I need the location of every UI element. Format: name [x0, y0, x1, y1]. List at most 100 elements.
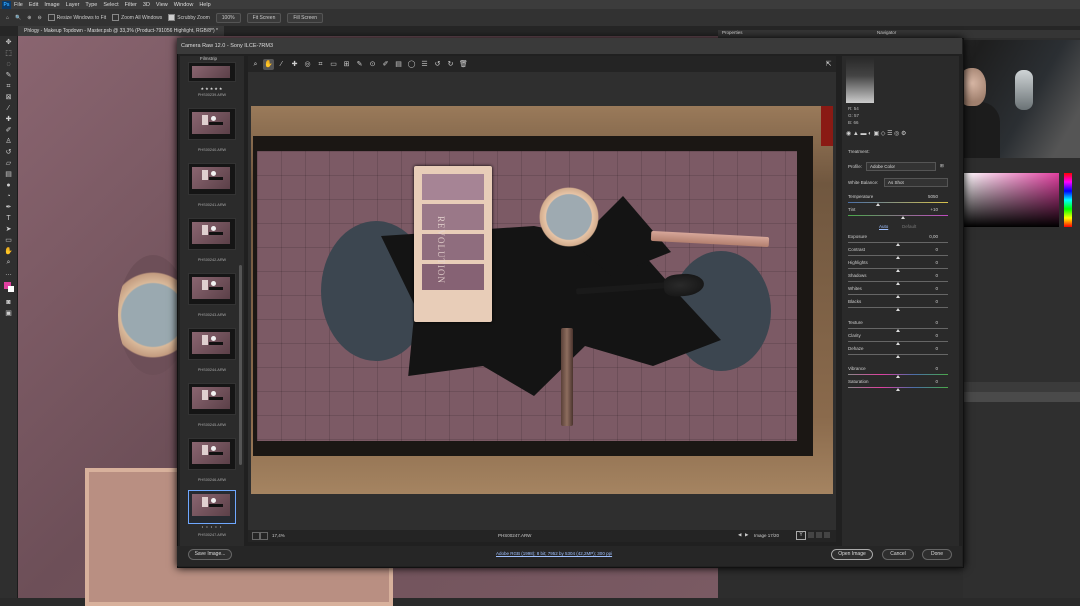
- zoom-100-button[interactable]: 100%: [215, 12, 241, 23]
- filmstrip-scrollbar[interactable]: [239, 265, 242, 465]
- slider-value[interactable]: 0: [918, 273, 938, 278]
- menu-view[interactable]: View: [156, 2, 168, 8]
- zoom-tool-icon[interactable]: 🔍: [15, 15, 21, 21]
- eyedropper-tool-icon[interactable]: ⁄: [4, 104, 13, 113]
- filmstrip-thumbnail[interactable]: [188, 438, 236, 470]
- thumbnail-stars[interactable]: ★★★★★: [188, 86, 236, 91]
- slider-knob[interactable]: [896, 295, 900, 298]
- white-balance-icon[interactable]: ⁄: [276, 59, 287, 70]
- profile-browser-icon[interactable]: ⊞: [940, 163, 944, 169]
- adjustment-brush-icon[interactable]: ✐: [380, 59, 391, 70]
- brush-tool-icon[interactable]: ✐: [4, 126, 13, 135]
- slider-knob[interactable]: [896, 308, 900, 311]
- compare-view-icon[interactable]: [808, 532, 814, 538]
- menu-file[interactable]: File: [14, 2, 23, 8]
- menu-select[interactable]: Select: [103, 2, 118, 8]
- type-tool-icon[interactable]: T: [4, 214, 13, 223]
- graduated-filter-icon[interactable]: ▤: [393, 59, 404, 70]
- workflow-options-link[interactable]: Adobe RGB (1998); 8 bit; 7952 by 5304 (4…: [496, 551, 612, 556]
- blur-tool-icon[interactable]: ●: [4, 181, 13, 190]
- target-adjust-icon[interactable]: ◎: [302, 59, 313, 70]
- slider-knob[interactable]: [896, 329, 900, 332]
- hand-tool-icon[interactable]: ✋: [4, 247, 13, 256]
- red-eye-icon[interactable]: ⊙: [367, 59, 378, 70]
- scrubby-zoom-checkbox[interactable]: Scrubby Zoom: [168, 14, 210, 21]
- slider-value[interactable]: 0: [918, 260, 938, 265]
- path-select-icon[interactable]: ➤: [4, 225, 13, 234]
- quick-mask-icon[interactable]: ◙: [4, 298, 13, 307]
- preferences-icon[interactable]: ☰: [419, 59, 430, 70]
- layer-row[interactable]: [963, 382, 1080, 392]
- slider-track[interactable]: [848, 215, 948, 216]
- crop-icon[interactable]: ⌗: [315, 59, 326, 70]
- fit-screen-button[interactable]: Fit Screen: [246, 12, 282, 23]
- preview-photo[interactable]: REVOLUTION: [251, 106, 833, 494]
- lasso-tool-icon[interactable]: ◌: [4, 60, 13, 69]
- filmstrip-thumbnail-selected[interactable]: [188, 490, 236, 524]
- panel-tabs-icons[interactable]: ◉ ▲ ▬ ◐ ▣ ◇ ☰ ◎ ⚙: [846, 130, 906, 137]
- swap-view-icon[interactable]: [816, 532, 822, 538]
- menu-type[interactable]: Type: [85, 2, 97, 8]
- slider-value[interactable]: 0: [918, 247, 938, 252]
- zoom-all-windows-checkbox[interactable]: Zoom All Windows: [112, 14, 162, 21]
- next-image-icon[interactable]: ▶: [745, 532, 748, 538]
- menu-window[interactable]: Window: [174, 2, 194, 8]
- rotate-left-icon[interactable]: ↺: [432, 59, 443, 70]
- zoom-tool-side-icon[interactable]: ⌕: [4, 258, 13, 267]
- color-picker-field[interactable]: [963, 173, 1059, 227]
- slider-value[interactable]: 0: [918, 333, 938, 338]
- slider-value[interactable]: 0: [918, 346, 938, 351]
- menu-image[interactable]: Image: [44, 2, 59, 8]
- zoom-level[interactable]: 17,4%: [272, 533, 285, 538]
- home-icon[interactable]: ⌂: [6, 15, 9, 21]
- stamp-tool-icon[interactable]: ♙: [4, 137, 13, 146]
- properties-panel-tab[interactable]: Properties: [718, 30, 877, 38]
- slider-value[interactable]: 0: [918, 366, 938, 371]
- slider-knob[interactable]: [876, 203, 880, 206]
- frame-tool-icon[interactable]: ⊠: [4, 93, 13, 102]
- cancel-button[interactable]: Cancel: [882, 549, 914, 560]
- slider-knob[interactable]: [896, 243, 900, 246]
- thumbnail-stars[interactable]: • • • • •: [188, 524, 236, 529]
- slider-value[interactable]: 5050: [918, 194, 938, 199]
- slider-knob[interactable]: [896, 388, 900, 391]
- history-brush-icon[interactable]: ↺: [4, 148, 13, 157]
- before-after-icon[interactable]: Y: [796, 531, 806, 540]
- filmstrip-thumbnail[interactable]: [188, 328, 236, 360]
- menu-help[interactable]: Help: [199, 2, 210, 8]
- zoom-in-icon[interactable]: ⊕: [27, 15, 31, 21]
- menu-filter[interactable]: Filter: [125, 2, 137, 8]
- healing-tool-icon[interactable]: ✚: [4, 115, 13, 124]
- default-link[interactable]: Default: [902, 224, 916, 229]
- open-image-button[interactable]: Open Image: [831, 549, 873, 560]
- toggle-fullscreen-icon[interactable]: ⇱: [823, 59, 834, 70]
- zoom-icon[interactable]: ⌕: [250, 59, 261, 70]
- eraser-tool-icon[interactable]: ▱: [4, 159, 13, 168]
- slider-knob[interactable]: [896, 342, 900, 345]
- spot-removal-icon[interactable]: ✎: [354, 59, 365, 70]
- slider-knob[interactable]: [896, 282, 900, 285]
- slider-knob[interactable]: [896, 375, 900, 378]
- hue-slider[interactable]: [1064, 173, 1072, 227]
- slider-knob[interactable]: [901, 216, 905, 219]
- zoom-in-box-icon[interactable]: [260, 532, 268, 540]
- more-tools-icon[interactable]: …: [4, 269, 13, 278]
- resize-windows-checkbox[interactable]: Resize Windows to Fit: [47, 14, 106, 21]
- hand-icon[interactable]: ✋: [263, 58, 274, 70]
- filmstrip-thumbnail[interactable]: [188, 273, 236, 305]
- slider-value[interactable]: 0: [918, 286, 938, 291]
- marquee-tool-icon[interactable]: ⬚: [4, 49, 13, 58]
- straighten-icon[interactable]: ▭: [328, 59, 339, 70]
- crop-tool-icon[interactable]: ⌗: [4, 82, 13, 91]
- menu-3d[interactable]: 3D: [143, 2, 150, 8]
- profile-dropdown[interactable]: Adobe Color: [866, 162, 936, 171]
- shape-tool-icon[interactable]: ▭: [4, 236, 13, 245]
- navigator-panel-tab[interactable]: Navigator: [873, 30, 1080, 38]
- slider-value[interactable]: +10: [918, 207, 938, 212]
- zoom-out-icon[interactable]: ⊖: [37, 15, 41, 21]
- color-sampler-icon[interactable]: ✚: [289, 59, 300, 70]
- slider-track[interactable]: [848, 202, 948, 203]
- layer-row-selected[interactable]: [963, 392, 1080, 402]
- gradient-tool-icon[interactable]: ▤: [4, 170, 13, 179]
- background-color-swatch[interactable]: [8, 286, 14, 292]
